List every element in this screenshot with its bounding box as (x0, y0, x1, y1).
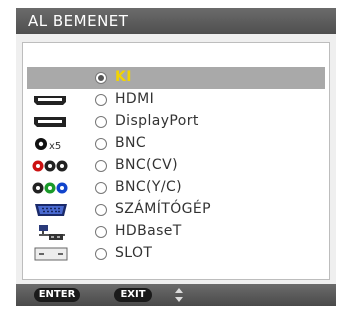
slot-icon (31, 245, 71, 263)
input-option-displayport[interactable]: DisplayPort (27, 111, 325, 133)
input-option-bnc[interactable]: x5 BNC (27, 133, 325, 155)
hdmi-port-icon (31, 91, 71, 109)
input-label: BNC(Y/C) (115, 179, 183, 195)
window-title: AL BEMENET (28, 12, 129, 30)
radio-button[interactable] (95, 226, 107, 238)
input-option-hdbaset[interactable]: HDBaseT (27, 221, 325, 243)
radio-button[interactable] (95, 72, 107, 84)
input-label: KI (115, 69, 132, 85)
input-list: KI HDMI DisplayPort x5 BNC BNC(CV) BNC(Y… (22, 42, 330, 280)
radio-button[interactable] (95, 116, 107, 128)
bnc-yc-icon (31, 179, 71, 197)
bnc-cv-icon (31, 157, 71, 175)
input-option-slot[interactable]: SLOT (27, 243, 325, 265)
radio-button[interactable] (95, 182, 107, 194)
input-label: HDMI (115, 91, 155, 107)
bnc-multiplier-text: x5 (49, 141, 61, 152)
title-bar: AL BEMENET (16, 8, 336, 34)
input-option-hdmi[interactable]: HDMI (27, 89, 325, 111)
radio-button[interactable] (95, 248, 107, 260)
input-option-bnc-cv[interactable]: BNC(CV) (27, 155, 325, 177)
exit-key-hint[interactable]: EXIT (114, 288, 152, 302)
input-label: BNC (115, 135, 147, 151)
osd-window: AL BEMENET KI HDMI DisplayPort x5 BNC BN… (16, 8, 336, 306)
radio-button[interactable] (95, 94, 107, 106)
selection-indicator-icon (31, 69, 71, 87)
input-label: SZÁMÍTÓGÉP (115, 201, 211, 217)
displayport-icon (31, 113, 71, 131)
network-icon (31, 223, 71, 241)
input-label: DisplayPort (115, 113, 199, 129)
enter-key-hint[interactable]: ENTER (34, 288, 80, 302)
input-label: SLOT (115, 245, 153, 261)
input-label: BNC(CV) (115, 157, 178, 173)
vga-port-icon (31, 201, 71, 219)
input-option-ki[interactable]: KI (27, 67, 325, 89)
radio-button[interactable] (95, 204, 107, 216)
up-down-arrow-icon (174, 286, 184, 304)
key-guide-bar: ENTER EXIT (16, 284, 336, 306)
radio-button[interactable] (95, 138, 107, 150)
bnc-x5-icon: x5 (31, 135, 71, 153)
radio-button[interactable] (95, 160, 107, 172)
input-label: HDBaseT (115, 223, 182, 239)
input-option-computer[interactable]: SZÁMÍTÓGÉP (27, 199, 325, 221)
input-option-bnc-yc[interactable]: BNC(Y/C) (27, 177, 325, 199)
